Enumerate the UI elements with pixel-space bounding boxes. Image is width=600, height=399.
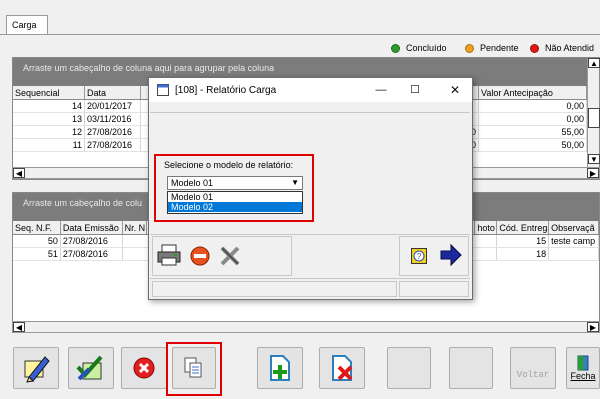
table-cell: 27/08/2016: [85, 126, 141, 138]
table-cell: 13: [13, 113, 85, 125]
legend-concluido-label: Concluído: [406, 43, 447, 53]
model-dropdown-list: Modelo 01 Modelo 02: [167, 191, 303, 214]
help-icon: ?: [411, 248, 427, 264]
vertical-scrollbar[interactable]: ▲ ▼: [587, 58, 600, 168]
legend-pendente-label: Pendente: [480, 43, 519, 53]
next-button[interactable]: [439, 243, 463, 269]
maximize-icon[interactable]: ☐: [405, 81, 425, 99]
add-document-button[interactable]: [257, 347, 303, 389]
horizontal-scrollbar-bottom[interactable]: ◀ ▶: [12, 321, 600, 333]
table-cell: 51: [13, 248, 61, 260]
scroll-left-icon[interactable]: ◀: [13, 168, 25, 178]
table-cell: 15: [497, 235, 550, 247]
col-nr-n[interactable]: Nr. N: [123, 221, 147, 234]
tab-divider: [0, 34, 600, 35]
select-model-label: Selecione o modelo de relatório:: [164, 160, 294, 170]
pencil-note-icon: [24, 356, 50, 383]
legend-nao-atendido: Não Atendid: [530, 41, 594, 55]
print-button[interactable]: [157, 244, 181, 268]
table-cell: 20/01/2017: [85, 100, 141, 112]
divider: [150, 112, 470, 113]
divider: [150, 234, 470, 235]
legend-pendente: Pendente: [465, 41, 519, 55]
model-select-value: Modelo 01: [171, 178, 214, 188]
edit-button[interactable]: [13, 347, 59, 389]
status-orange-icon: [465, 43, 474, 53]
scroll-right-icon[interactable]: ▶: [587, 322, 599, 332]
scroll-thumb[interactable]: [588, 108, 600, 128]
voltar-button[interactable]: Voltar: [510, 347, 556, 389]
table-cell: 03/11/2016: [85, 113, 141, 125]
svg-text:?: ?: [417, 252, 422, 261]
dialog-title: [108] - Relatório Carga: [175, 84, 277, 96]
arrow-right-icon: [440, 243, 462, 267]
door-icon: [577, 355, 589, 371]
fechar-button[interactable]: Fecha: [566, 347, 600, 389]
option-modelo-01[interactable]: Modelo 01: [168, 192, 302, 202]
table-cell: 50,00: [479, 139, 587, 151]
add-document-icon: [270, 355, 290, 381]
remove-document-button[interactable]: [319, 347, 365, 389]
col-valor-antecipacao[interactable]: Valor Antecipação: [479, 86, 587, 99]
status-green-icon: [391, 43, 400, 53]
status-red-icon: [530, 43, 539, 53]
col-data-emissao[interactable]: Data Emissão: [61, 221, 123, 234]
col-hoto[interactable]: hoto: [475, 221, 498, 234]
report-button[interactable]: [172, 347, 216, 389]
table-cell: 55,00: [479, 126, 587, 138]
minimize-icon[interactable]: —: [371, 81, 391, 99]
table-cell: 27/08/2016: [61, 248, 123, 260]
dialog-titlebar: [108] - Relatório Carga — ☐ ✕: [149, 78, 472, 102]
scroll-up-icon[interactable]: ▲: [588, 58, 600, 68]
table-cell: 27/08/2016: [61, 235, 123, 247]
col-data[interactable]: Data: [85, 86, 141, 99]
scroll-down-icon[interactable]: ▼: [588, 154, 600, 164]
printer-icon: [157, 244, 181, 266]
legend-concluido: Concluído: [391, 41, 447, 55]
option-modelo-02[interactable]: Modelo 02: [168, 202, 302, 212]
chevron-down-icon[interactable]: ▼: [291, 178, 299, 187]
table-cell: 27/08/2016: [85, 139, 141, 151]
scroll-left-icon[interactable]: ◀: [13, 322, 25, 332]
help-button[interactable]: ?: [411, 248, 427, 266]
table-cell: 0,00: [479, 100, 587, 112]
fechar-label: Fecha: [570, 371, 596, 381]
approve-button[interactable]: [68, 347, 114, 389]
model-select[interactable]: Modelo 01 ▼: [167, 176, 303, 190]
table-cell: 11: [13, 139, 85, 151]
copy-document-icon: [184, 357, 202, 378]
close-circle-icon: [133, 357, 155, 379]
table-cell: 14: [13, 100, 85, 112]
relatorio-carga-dialog: [108] - Relatório Carga — ☐ ✕ Selecione …: [148, 77, 473, 300]
close-icon[interactable]: ✕: [445, 81, 465, 99]
divider: [150, 278, 470, 279]
table-cell: [549, 248, 599, 260]
excel-button[interactable]: [219, 245, 241, 269]
remove-document-icon: [332, 355, 353, 381]
table-cell: 0,00: [479, 113, 587, 125]
table-cell: teste camp: [549, 235, 599, 247]
status-bar-right: [399, 281, 469, 297]
legend-nao-atendido-label: Não Atendid: [545, 43, 595, 53]
cancel-button[interactable]: [121, 347, 167, 389]
table-cell: 50: [13, 235, 61, 247]
scroll-right-icon[interactable]: ▶: [587, 168, 599, 178]
table-cell: 18: [497, 248, 550, 260]
check-document-icon: [76, 355, 103, 381]
col-seq-nf[interactable]: Seq. N.F.: [13, 221, 61, 234]
window-icon: [157, 84, 169, 96]
prohibited-icon: [190, 246, 210, 266]
excel-x-icon: [220, 246, 240, 266]
table-cell: 12: [13, 126, 85, 138]
empty-button-2[interactable]: [449, 347, 493, 389]
cancel-print-button[interactable]: [189, 245, 211, 269]
col-cod-entrega[interactable]: Cód. Entrega: [497, 221, 550, 234]
col-sequencial[interactable]: Sequencial: [13, 86, 85, 99]
col-observacao[interactable]: Observaçã: [549, 221, 600, 234]
tab-carga[interactable]: Carga: [6, 15, 48, 35]
status-bar-left: [152, 281, 397, 297]
empty-button-1[interactable]: [387, 347, 431, 389]
